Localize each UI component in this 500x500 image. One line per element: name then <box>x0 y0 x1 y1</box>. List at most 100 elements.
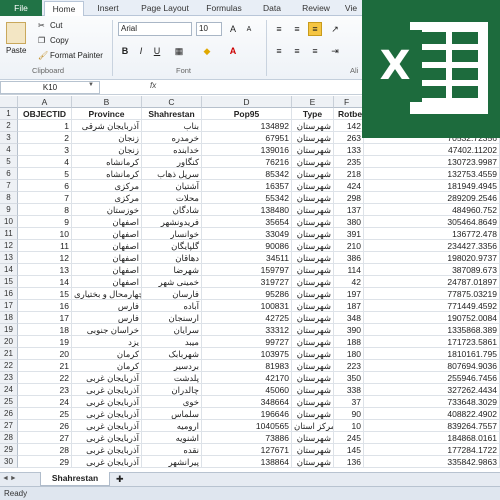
row-header[interactable]: 11 <box>0 228 18 240</box>
orientation-button[interactable]: ↗ <box>328 22 342 36</box>
table-cell[interactable]: 27 <box>18 432 72 444</box>
table-cell[interactable]: شهرستان <box>292 372 334 384</box>
table-cell[interactable]: 484960.752 <box>364 204 500 216</box>
table-cell[interactable]: 19 <box>18 336 72 348</box>
table-cell[interactable]: دهاقان <box>142 252 202 264</box>
table-cell[interactable]: 95286 <box>202 288 292 300</box>
table-cell[interactable]: 42725 <box>202 312 292 324</box>
copy-button[interactable]: Copy <box>50 36 69 45</box>
table-cell[interactable]: 136772.478 <box>364 228 500 240</box>
table-cell[interactable]: کرمان <box>72 360 142 372</box>
font-name-select[interactable]: Arial <box>118 22 192 36</box>
row-header[interactable]: 14 <box>0 264 18 276</box>
table-cell[interactable]: 22 <box>18 372 72 384</box>
row-header[interactable]: 21 <box>0 348 18 360</box>
table-cell[interactable]: 25 <box>18 408 72 420</box>
table-cell[interactable]: 5 <box>18 168 72 180</box>
table-cell[interactable]: کرمانشاه <box>72 168 142 180</box>
table-cell[interactable]: آذربایجان غربی <box>72 372 142 384</box>
table-cell[interactable]: زنجان <box>72 144 142 156</box>
row-header[interactable]: 2 <box>0 120 18 132</box>
name-box[interactable]: K10 <box>0 81 100 94</box>
table-cell[interactable]: شهرستان <box>292 204 334 216</box>
table-cell[interactable]: شهرستان <box>292 312 334 324</box>
table-cell[interactable]: فریدونشهر <box>142 216 202 228</box>
table-cell[interactable]: شهرستان <box>292 132 334 144</box>
table-cell[interactable]: شهرستان <box>292 156 334 168</box>
table-cell[interactable]: 839264.7557 <box>364 420 500 432</box>
table-cell[interactable]: 67951 <box>202 132 292 144</box>
table-cell[interactable]: اصفهان <box>72 276 142 288</box>
table-cell[interactable]: 138480 <box>202 204 292 216</box>
table-cell[interactable]: 1040565 <box>202 420 292 432</box>
table-cell[interactable]: آذربایجان غربی <box>72 420 142 432</box>
table-cell[interactable]: 138864 <box>202 456 292 468</box>
table-cell[interactable]: 424 <box>334 180 364 192</box>
table-cell[interactable]: 12 <box>18 252 72 264</box>
row-header[interactable]: 3 <box>0 132 18 144</box>
table-cell[interactable]: فارس <box>72 300 142 312</box>
table-cell[interactable]: 1810161.795 <box>364 348 500 360</box>
table-cell[interactable]: 18 <box>18 324 72 336</box>
header-cell[interactable]: Type <box>292 108 334 120</box>
table-cell[interactable]: 234427.3356 <box>364 240 500 252</box>
select-all-corner[interactable] <box>0 96 18 108</box>
table-cell[interactable]: 218 <box>334 168 364 180</box>
tab-insert[interactable]: Insert <box>88 1 128 16</box>
table-cell[interactable]: اصفهان <box>72 216 142 228</box>
table-cell[interactable]: سرایان <box>142 324 202 336</box>
chevron-down-icon[interactable]: ▼ <box>88 82 94 88</box>
row-header[interactable]: 23 <box>0 372 18 384</box>
row-header[interactable]: 25 <box>0 396 18 408</box>
table-cell[interactable]: 2 <box>18 132 72 144</box>
column-header[interactable]: D <box>202 96 292 108</box>
table-cell[interactable]: شهرستان <box>292 336 334 348</box>
table-cell[interactable]: 42170 <box>202 372 292 384</box>
align-bottom-button[interactable]: ≡ <box>308 22 322 36</box>
table-cell[interactable]: فارسان <box>142 288 202 300</box>
table-cell[interactable]: کرمان <box>72 348 142 360</box>
table-cell[interactable]: آشتیان <box>142 180 202 192</box>
row-header[interactable]: 18 <box>0 312 18 324</box>
table-cell[interactable]: 17 <box>18 312 72 324</box>
align-left-button[interactable]: ≡ <box>272 44 286 58</box>
sheet-tab-shahrestan[interactable]: Shahrestan <box>40 472 110 486</box>
row-header[interactable]: 1 <box>0 108 18 120</box>
table-cell[interactable]: 137 <box>334 204 364 216</box>
table-cell[interactable]: آذربایجان غربی <box>72 432 142 444</box>
table-cell[interactable]: مرکزی <box>72 180 142 192</box>
borders-button[interactable]: ▦ <box>172 44 186 58</box>
table-cell[interactable]: شهرستان <box>292 216 334 228</box>
table-cell[interactable]: پلدشت <box>142 372 202 384</box>
row-header[interactable]: 8 <box>0 192 18 204</box>
table-cell[interactable]: بردسیر <box>142 360 202 372</box>
table-cell[interactable]: 133 <box>334 144 364 156</box>
spreadsheet-grid[interactable]: A B C D E F 1 OBJECTID Province Shahrestan P… <box>0 96 500 472</box>
table-cell[interactable]: شهرستان <box>292 432 334 444</box>
table-cell[interactable]: شهرستان <box>292 120 334 132</box>
table-cell[interactable]: خمینی شهر <box>142 276 202 288</box>
row-header[interactable]: 24 <box>0 384 18 396</box>
table-cell[interactable]: 47402.11202 <box>364 144 500 156</box>
table-cell[interactable]: ارسنجان <box>142 312 202 324</box>
table-cell[interactable]: 289209.2546 <box>364 192 500 204</box>
table-cell[interactable]: نقده <box>142 444 202 456</box>
underline-button[interactable]: U <box>150 44 164 58</box>
table-cell[interactable]: 298 <box>334 192 364 204</box>
table-cell[interactable]: 24787.01897 <box>364 276 500 288</box>
table-cell[interactable]: مرکزی <box>72 192 142 204</box>
table-cell[interactable]: شهرستان <box>292 264 334 276</box>
table-cell[interactable]: آذربایجان غربی <box>72 444 142 456</box>
table-cell[interactable]: 73886 <box>202 432 292 444</box>
bold-button[interactable]: B <box>118 44 132 58</box>
table-cell[interactable]: 187 <box>334 300 364 312</box>
table-cell[interactable]: آذربایجان غربی <box>72 384 142 396</box>
row-header[interactable]: 26 <box>0 408 18 420</box>
table-cell[interactable]: 7 <box>18 192 72 204</box>
table-cell[interactable]: 37 <box>334 396 364 408</box>
table-cell[interactable]: 45060 <box>202 384 292 396</box>
table-cell[interactable]: مرکز استان <box>292 420 334 432</box>
table-cell[interactable]: 335842.9863 <box>364 456 500 468</box>
header-cell[interactable]: Province <box>72 108 142 120</box>
table-cell[interactable]: 1 <box>18 120 72 132</box>
